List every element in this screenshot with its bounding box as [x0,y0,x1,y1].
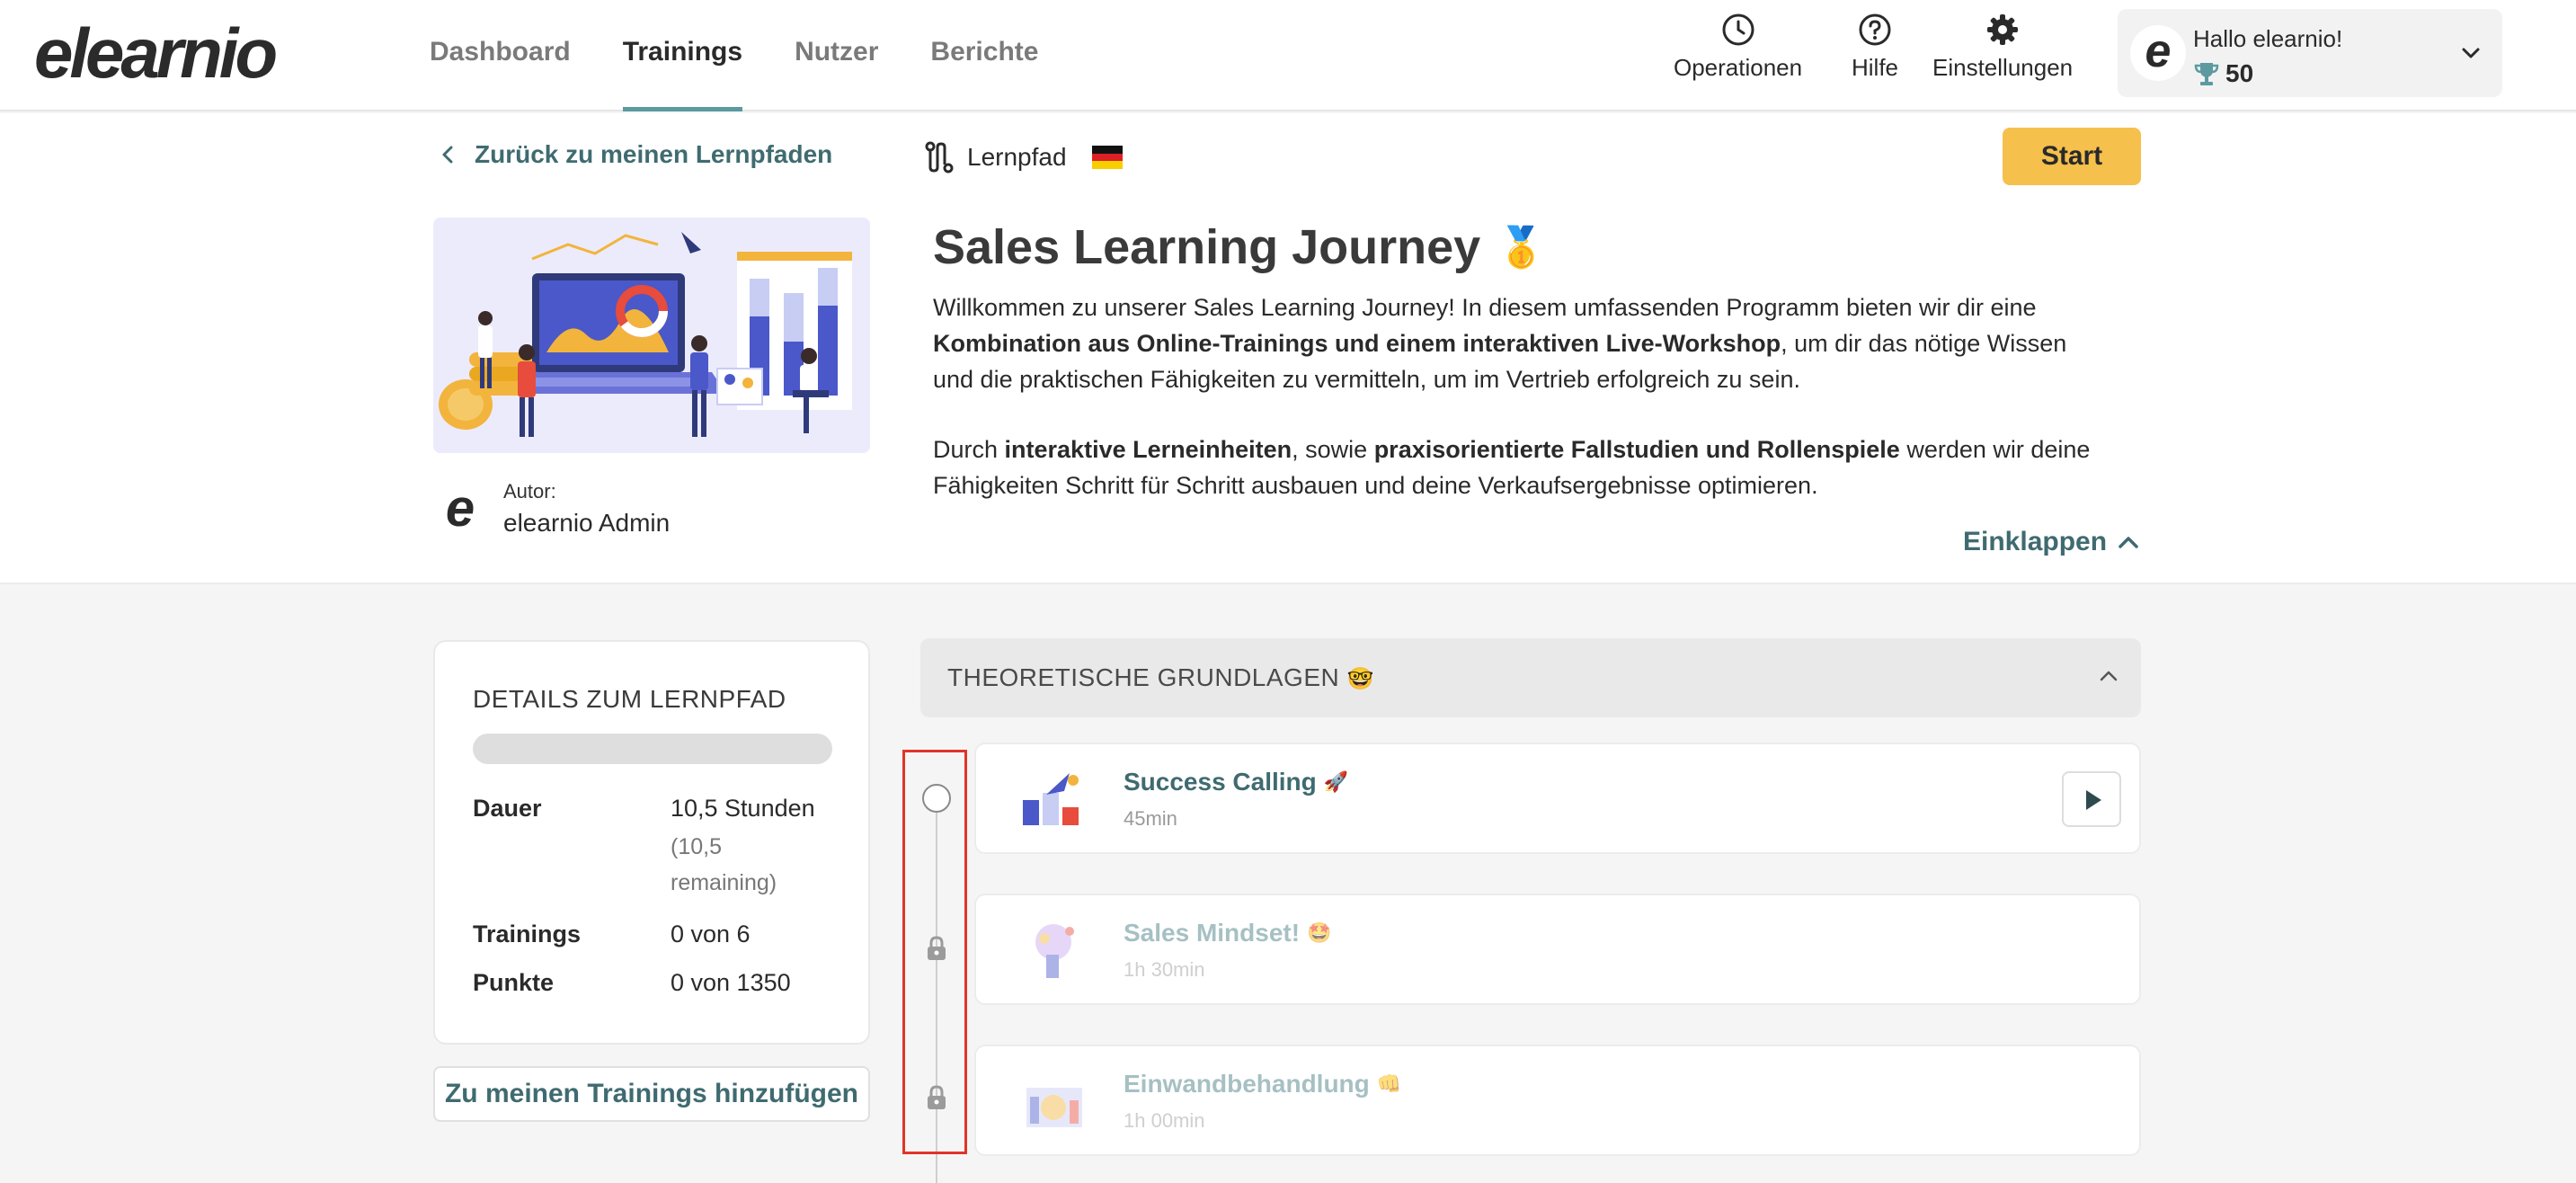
duration-remaining-1: (10,5 [671,834,722,859]
play-button[interactable] [2062,771,2121,827]
training-title: Sales Mindset! 🤩 [1124,919,1331,947]
progress-bar [473,734,832,764]
learning-path-details-card: DETAILS ZUM LERNPFAD Dauer 10,5 Stunden … [433,640,870,1045]
training-duration: 45min [1124,807,1177,830]
operations-button[interactable]: Operationen [1674,13,1802,82]
details-title: DETAILS ZUM LERNPFAD [473,685,786,713]
user-greeting: Hallo elearnio! [2193,25,2343,52]
clock-icon [1722,13,1754,46]
desc-bold: Kombination aus Online-Trainings und ein… [933,330,1781,357]
training-duration: 1h 30min [1124,958,1205,981]
collapse-label: Einklappen [1963,527,2108,556]
desc-text: , sowie [1292,436,1374,463]
fist-icon: 👊 [1376,1072,1402,1095]
user-menu[interactable]: e Hallo elearnio! 50 [2118,9,2502,97]
training-duration: 1h 00min [1124,1109,1205,1132]
learning-path-description: Willkommen zu unserer Sales Learning Jou… [933,289,2110,503]
points-value: 0 von 1350 [671,969,791,996]
points-label: Punkte [473,969,555,996]
elearnio-logo[interactable]: elearnio [34,13,278,94]
author-block: e Autor: elearnio Admin [440,478,670,538]
route-icon [925,141,954,173]
nav-dashboard[interactable]: Dashboard [430,0,571,111]
rocket-icon: 🚀 [1323,770,1349,793]
trophy-icon [2194,63,2219,85]
training-thumbnail [1035,924,1074,978]
trainings-value: 0 von 6 [671,921,751,947]
training-thumbnail [1023,773,1079,825]
nav-berichte[interactable]: Berichte [930,0,1038,111]
author-label: Autor: [503,479,556,503]
training-title-text: Success Calling [1124,768,1317,796]
back-link-label: Zurück zu meinen Lernpfaden [475,140,833,168]
star-struck-icon: 🤩 [1307,921,1332,944]
user-points-value: 50 [2225,59,2254,87]
training-title: Success Calling 🚀 [1124,768,1348,796]
learning-path-cover-image [433,218,870,453]
training-title-text: Sales Mindset! [1124,919,1301,947]
page-title-text: Sales Learning Journey [933,220,1481,274]
flag-de-icon [1091,146,1123,169]
highlight-annotation-box [902,750,967,1154]
desc-bold: interaktive Lerneinheiten [1004,436,1292,463]
avatar: e [2130,25,2186,81]
author-logo: e [445,479,475,538]
chevron-down-icon[interactable] [2459,41,2483,65]
learning-path-hero: Zurück zu meinen Lernpfaden Lernpfad Sta… [0,113,2576,584]
medal-icon: 🥇 [1497,226,1547,270]
play-icon [2086,790,2101,810]
chevron-up-icon[interactable] [2098,667,2119,685]
main-nav: Dashboard Trainings Nutzer Berichte [430,0,1038,111]
training-title: Einwandbehandlung 👊 [1124,1070,1401,1098]
training-item[interactable]: Success Calling 🚀 45min [974,743,2141,854]
help-button[interactable]: Hilfe [1852,13,1898,82]
nav-nutzer[interactable]: Nutzer [795,0,878,111]
question-circle-icon [1859,13,1891,46]
page-title: Sales Learning Journey 🥇 [933,219,1546,275]
nav-trainings[interactable]: Trainings [622,0,743,111]
gear-icon [1987,14,2019,45]
settings-button[interactable]: Einstellungen [1932,13,2073,82]
settings-label: Einstellungen [1932,54,2074,81]
help-label: Hilfe [1852,54,1899,81]
section-title-text: THEORETISCHE GRUNDLAGEN [947,663,1340,691]
chevron-up-icon [2119,537,2138,548]
type-label: Lernpfad [967,143,1067,171]
training-item: Sales Mindset! 🤩 1h 30min [974,894,2141,1005]
duration-remaining-2: remaining) [671,870,777,895]
duration-label: Dauer [473,795,542,822]
desc-text: Willkommen zu unserer Sales Learning Jou… [933,294,2037,321]
description-paragraph-2: Durch interaktive Lerneinheiten, sowie p… [933,431,2110,503]
training-title-text: Einwandbehandlung [1124,1070,1370,1098]
trainings-label: Trainings [473,921,582,947]
training-thumbnail [1026,1088,1082,1127]
nerd-face-icon: 🤓 [1346,667,1374,691]
collapse-description-link[interactable]: Einklappen [1963,527,2139,557]
training-item: Einwandbehandlung 👊 1h 00min [974,1045,2141,1156]
duration-value: 10,5 Stunden [671,795,815,822]
start-button[interactable]: Start [2003,128,2141,185]
author-name: elearnio Admin [503,508,671,537]
chevron-left-icon [442,146,453,164]
desc-text: Durch [933,436,1005,463]
learning-path-type: Lernpfad [924,140,1123,174]
operations-label: Operationen [1674,54,1803,81]
add-to-trainings-button[interactable]: Zu meinen Trainings hinzufügen [433,1066,870,1122]
back-to-learning-paths-link[interactable]: Zurück zu meinen Lernpfaden [440,140,832,169]
section-header[interactable]: THEORETISCHE GRUNDLAGEN 🤓 [920,638,2141,717]
top-header: elearnio Dashboard Trainings Nutzer Beri… [0,0,2576,111]
section-title: THEORETISCHE GRUNDLAGEN 🤓 [947,663,1374,692]
desc-bold: praxisorientierte Fallstudien und Rollen… [1373,436,1900,463]
description-paragraph-1: Willkommen zu unserer Sales Learning Jou… [933,289,2110,397]
user-points: 50 [2193,59,2253,88]
